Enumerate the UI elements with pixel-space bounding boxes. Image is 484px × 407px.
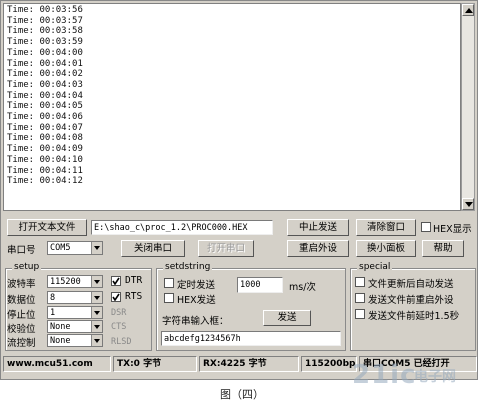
- clear-window-button[interactable]: 清除窗口: [356, 219, 416, 236]
- arrow-up-icon: [465, 8, 473, 13]
- restart-before-send-label: 发送文件前重启外设: [368, 295, 454, 306]
- terminal-line: Time: 00:03:57: [7, 15, 83, 26]
- help-button[interactable]: 帮助: [422, 240, 464, 257]
- restart-device-button[interactable]: 重启外设: [287, 240, 349, 257]
- databits-select-value: 8: [50, 293, 56, 303]
- terminal-line: Time: 00:04:01: [7, 58, 83, 69]
- databits-select-dropdown[interactable]: [91, 292, 102, 303]
- terminal-line: Time: 00:04:06: [7, 112, 83, 122]
- hex-send-label: HEX发送: [177, 295, 216, 306]
- receive-terminal[interactable]: Time: 00:03:56 Time: 00:03:57 Time: 00:03:…: [3, 3, 461, 211]
- stopbits-select-dropdown[interactable]: [91, 307, 102, 318]
- dtr-checkbox[interactable]: [111, 276, 121, 286]
- chevron-down-icon: [94, 311, 100, 315]
- special-group-title: special: [357, 262, 393, 272]
- send-interval-input[interactable]: 1000: [237, 277, 283, 293]
- open-text-file-button[interactable]: 打开文本文件: [7, 219, 87, 236]
- restart-before-send-checkbox[interactable]: [355, 293, 365, 303]
- status-rx-count: RX:4225 字节: [199, 356, 299, 372]
- scroll-down-button[interactable]: [462, 198, 474, 210]
- rts-checkbox[interactable]: [111, 292, 121, 302]
- file-path-field[interactable]: E:\shao_c\proc_1.2\PROC000.HEX: [91, 220, 273, 235]
- flow-select[interactable]: None: [47, 334, 103, 347]
- flow-label: 流控制: [7, 338, 36, 349]
- baud-select[interactable]: 115200: [47, 275, 103, 288]
- terminal-line: Time: 00:04:11: [7, 165, 83, 176]
- status-baud: 115200bp: [301, 356, 357, 372]
- terminal-line: Time: 00:04:12: [7, 176, 83, 187]
- small-panel-button[interactable]: 换小面板: [356, 240, 416, 257]
- chevron-down-icon: [94, 296, 100, 300]
- port-label: 串口号: [7, 245, 36, 256]
- dtr-label: DTR: [125, 275, 143, 286]
- stop-send-button[interactable]: 中止发送: [287, 219, 349, 236]
- flow-select-dropdown[interactable]: [91, 335, 102, 346]
- flow-select-value: None: [50, 336, 71, 346]
- parity-select[interactable]: None: [47, 320, 103, 333]
- parity-select-value: None: [50, 322, 71, 332]
- chevron-down-icon: [94, 325, 100, 329]
- parity-select-dropdown[interactable]: [91, 321, 102, 332]
- cts-indicator: CTS: [111, 322, 127, 332]
- rts-label: RTS: [125, 291, 143, 302]
- site-watermark-sub: 电子网: [414, 369, 456, 385]
- hex-send-checkbox[interactable]: [164, 293, 174, 303]
- hex-display-checkbox[interactable]: [421, 222, 431, 232]
- setup-group-title: setup: [12, 262, 42, 272]
- serial-debugger-window: Time: 00:03:56 Time: 00:03:57 Time: 00:03:…: [0, 0, 478, 380]
- port-select-dropdown[interactable]: [91, 242, 102, 254]
- terminal-line: Time: 00:04:05: [7, 101, 83, 112]
- terminal-line: Time: 00:03:56: [7, 5, 83, 15]
- checkmark-icon: [112, 277, 120, 285]
- terminal-line: Time: 00:04:04: [7, 90, 83, 101]
- auto-send-on-update-checkbox[interactable]: [355, 277, 365, 287]
- delay-before-send-label: 发送文件前延时1.5秒: [368, 311, 460, 322]
- rlsd-indicator: RLSD: [111, 337, 132, 347]
- parity-label: 校验位: [7, 324, 36, 335]
- terminal-line: Time: 00:04:10: [7, 154, 83, 165]
- setdstring-group-title: setdstring: [163, 262, 213, 272]
- hex-display-label: HEX显示: [433, 224, 472, 235]
- baud-label: 波特率: [7, 279, 36, 290]
- chevron-down-icon: [94, 339, 100, 343]
- terminal-line: Time: 00:04:09: [7, 144, 83, 155]
- scroll-up-button[interactable]: [462, 4, 474, 16]
- checkmark-icon: [112, 293, 120, 301]
- timed-send-checkbox[interactable]: [164, 278, 174, 288]
- databits-label: 数据位: [7, 295, 36, 306]
- string-input[interactable]: abcdefg1234567h: [161, 331, 341, 346]
- arrow-down-icon: [465, 202, 473, 207]
- terminal-line: Time: 00:04:00: [7, 47, 83, 58]
- chevron-down-icon: [94, 246, 100, 250]
- status-site: www.mcu51.com: [3, 356, 111, 372]
- port-select[interactable]: COM5: [47, 241, 103, 255]
- terminal-line: Time: 00:04:02: [7, 69, 83, 80]
- timed-send-label: 定时发送: [177, 280, 216, 291]
- terminal-line: Time: 00:03:59: [7, 37, 83, 48]
- stopbits-label: 停止位: [7, 310, 36, 321]
- terminal-line: Time: 00:04:08: [7, 133, 83, 144]
- terminal-line: Time: 00:03:58: [7, 26, 83, 37]
- send-button[interactable]: 发送: [263, 310, 311, 326]
- status-tx-count: TX:0 字节: [113, 356, 197, 372]
- open-port-button[interactable]: 打开串口: [198, 240, 254, 257]
- dsr-indicator: DSR: [111, 308, 127, 318]
- databits-select[interactable]: 8: [47, 291, 103, 304]
- figure-caption: 图（四）: [220, 388, 264, 401]
- vertical-scrollbar[interactable]: [461, 3, 475, 211]
- stopbits-select[interactable]: 1: [47, 306, 103, 319]
- chevron-down-icon: [94, 280, 100, 284]
- stopbits-select-value: 1: [50, 308, 56, 318]
- baud-select-value: 115200: [50, 277, 81, 287]
- interval-unit-label: ms/次: [289, 282, 316, 293]
- port-select-value: COM5: [50, 243, 71, 253]
- string-input-label: 字符串输入框：: [162, 316, 229, 327]
- delay-before-send-checkbox[interactable]: [355, 309, 365, 319]
- baud-select-dropdown[interactable]: [91, 276, 102, 287]
- terminal-line: Time: 00:04:03: [7, 79, 83, 90]
- close-port-button[interactable]: 关闭串口: [121, 240, 185, 257]
- auto-send-on-update-label: 文件更新后自动发送: [368, 279, 454, 290]
- terminal-line: Time: 00:04:07: [7, 122, 83, 133]
